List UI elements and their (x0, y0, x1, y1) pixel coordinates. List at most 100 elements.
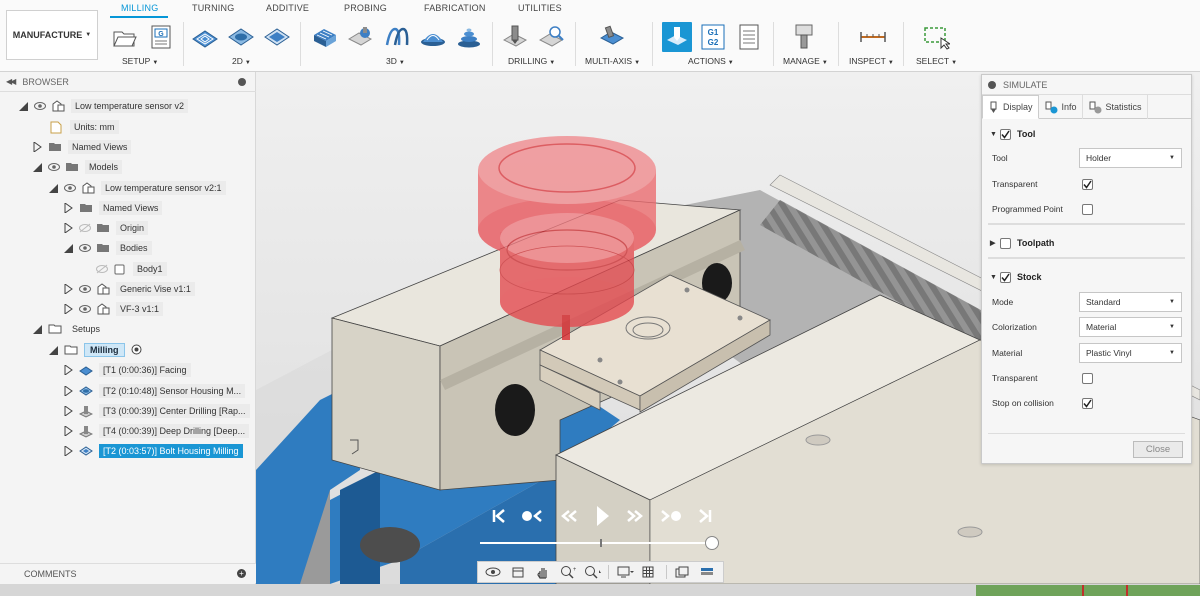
tree-row-operation[interactable]: [T3 (0:00:39)] Center Drilling [Rap... (63, 402, 250, 420)
toolpath-section-checkbox[interactable] (1000, 237, 1011, 249)
tree-row-origin[interactable]: Origin (63, 219, 149, 237)
group-2d[interactable]: 2D ▼ (232, 56, 251, 66)
expanded-triangle-icon[interactable]: ▼ (990, 131, 1000, 138)
comments-panel[interactable]: COMMENTS + (0, 563, 256, 583)
3d-parallel-icon[interactable] (382, 22, 412, 52)
look-at-icon[interactable] (509, 564, 527, 580)
group-actions[interactable]: ACTIONS ▼ (688, 56, 734, 66)
setup-sheet-report-icon[interactable] (734, 22, 764, 52)
expanded-triangle-icon[interactable] (18, 101, 28, 111)
tab-utilities[interactable]: UTILITIES (518, 3, 562, 13)
tab-milling[interactable]: MILLING (121, 3, 158, 13)
tree-row-model-component[interactable]: Low temperature sensor v2:1 (48, 179, 226, 197)
tree-row-operation-selected[interactable]: [T2 (0:03:57)] Bolt Housing Milling (63, 442, 243, 460)
tab-turning[interactable]: TURNING (192, 3, 234, 13)
multi-axis-icon[interactable] (597, 22, 627, 52)
viewports-icon[interactable] (674, 564, 692, 580)
simulation-timeline-track[interactable] (480, 542, 712, 544)
stock-section-checkbox[interactable] (1000, 271, 1011, 283)
tab-display[interactable]: Display (982, 95, 1039, 119)
operation-timeline[interactable] (976, 585, 1200, 596)
toolpath-section-header[interactable]: ▶ Toolpath (982, 232, 1191, 254)
programmed-point-checkbox[interactable] (1082, 203, 1093, 215)
zoom-icon[interactable]: + (559, 564, 577, 580)
close-button[interactable]: Close (1133, 441, 1183, 458)
collapsed-triangle-icon[interactable]: ▶ (990, 239, 1000, 247)
collapsed-triangle-icon[interactable] (63, 426, 73, 436)
expanded-triangle-icon[interactable] (48, 345, 58, 355)
tab-additive[interactable]: ADDITIVE (266, 3, 309, 13)
visibility-eye-icon[interactable] (79, 304, 91, 314)
hidden-eye-icon[interactable] (79, 223, 91, 233)
fit-zoom-icon[interactable] (584, 564, 602, 580)
group-3d[interactable]: 3D ▼ (386, 56, 405, 66)
tab-fabrication[interactable]: FABRICATION (424, 3, 486, 13)
collapsed-triangle-icon[interactable] (63, 406, 73, 416)
visibility-eye-icon[interactable] (79, 243, 91, 253)
tree-row-operation[interactable]: [T2 (0:10:48)] Sensor Housing M... (63, 382, 246, 400)
measure-icon[interactable] (858, 22, 888, 52)
previous-operation-icon[interactable] (521, 508, 545, 524)
collapsed-triangle-icon[interactable] (32, 142, 42, 152)
tree-row-setup-milling[interactable]: Milling (48, 341, 142, 359)
setup-sheet-icon[interactable]: G (146, 22, 176, 52)
tree-row-units[interactable]: Units: mm (50, 118, 119, 136)
play-icon[interactable] (594, 504, 610, 528)
open-folder-icon[interactable] (110, 22, 140, 52)
simulate-header[interactable]: SIMULATE (982, 75, 1191, 95)
tree-row-setups[interactable]: Setups (32, 320, 104, 338)
3d-spiral-icon[interactable] (454, 22, 484, 52)
hole-recognition-icon[interactable] (536, 22, 566, 52)
tree-row-named-views[interactable]: Named Views (32, 138, 132, 156)
dialog-options-icon[interactable] (988, 80, 996, 89)
stock-section-header[interactable]: ▼ Stock (982, 266, 1191, 288)
orbit-icon[interactable] (484, 564, 502, 580)
tree-row-machine[interactable]: VF-3 v1:1 (63, 300, 164, 318)
drill-icon[interactable] (500, 22, 530, 52)
tree-row-body[interactable]: Body1 (96, 260, 167, 278)
environment-icon[interactable] (699, 564, 717, 580)
3d-pocket-icon[interactable] (346, 22, 376, 52)
expanded-triangle-icon[interactable]: ▼ (990, 274, 1000, 281)
collapsed-triangle-icon[interactable] (63, 386, 73, 396)
tool-dropdown[interactable]: Holder ▼ (1079, 148, 1182, 168)
tree-row-operation[interactable]: [T1 (0:00:36)] Facing (63, 361, 191, 379)
group-inspect[interactable]: INSPECT ▼ (849, 56, 894, 66)
collapse-panel-icon[interactable]: ◀◀ (6, 77, 16, 86)
stock-transparent-checkbox[interactable] (1082, 372, 1093, 384)
collapsed-triangle-icon[interactable] (63, 284, 73, 294)
expanded-triangle-icon[interactable] (48, 183, 58, 193)
go-to-start-icon[interactable] (492, 508, 506, 524)
group-select[interactable]: SELECT ▼ (916, 56, 957, 66)
collapsed-triangle-icon[interactable] (63, 203, 73, 213)
expanded-triangle-icon[interactable] (63, 243, 73, 253)
step-forward-icon[interactable] (625, 508, 645, 524)
pan-hand-icon[interactable] (534, 564, 552, 580)
tool-transparent-checkbox[interactable] (1082, 178, 1093, 190)
group-multi-axis[interactable]: MULTI-AXIS ▼ (585, 56, 640, 66)
expanded-triangle-icon[interactable] (32, 162, 42, 172)
3d-scallop-icon[interactable] (418, 22, 448, 52)
group-drilling[interactable]: DRILLING ▼ (508, 56, 555, 66)
stop-on-collision-checkbox[interactable] (1082, 397, 1093, 409)
material-dropdown[interactable]: Plastic Vinyl ▼ (1079, 343, 1182, 363)
grid-icon[interactable] (641, 564, 659, 580)
group-manage[interactable]: MANAGE ▼ (783, 56, 828, 66)
tree-row-models[interactable]: Models (32, 158, 123, 176)
tab-info[interactable]: Info (1039, 95, 1083, 119)
collapsed-triangle-icon[interactable] (63, 365, 73, 375)
tree-row-vise[interactable]: Generic Vise v1:1 (63, 280, 195, 298)
2d-adaptive-icon[interactable] (190, 22, 220, 52)
next-operation-icon[interactable] (659, 508, 683, 524)
panel-options-icon[interactable] (238, 78, 246, 86)
2d-contour-icon[interactable] (262, 22, 292, 52)
collapsed-triangle-icon[interactable] (63, 304, 73, 314)
collapsed-triangle-icon[interactable] (63, 446, 73, 456)
tree-row-document[interactable]: Low temperature sensor v2 (18, 97, 189, 115)
tool-section-checkbox[interactable] (1000, 128, 1011, 140)
colorization-dropdown[interactable]: Material ▼ (1079, 317, 1182, 337)
tool-section-header[interactable]: ▼ Tool (982, 123, 1191, 145)
step-back-icon[interactable] (559, 508, 579, 524)
display-settings-icon[interactable] (616, 564, 635, 580)
visibility-eye-icon[interactable] (34, 101, 46, 111)
